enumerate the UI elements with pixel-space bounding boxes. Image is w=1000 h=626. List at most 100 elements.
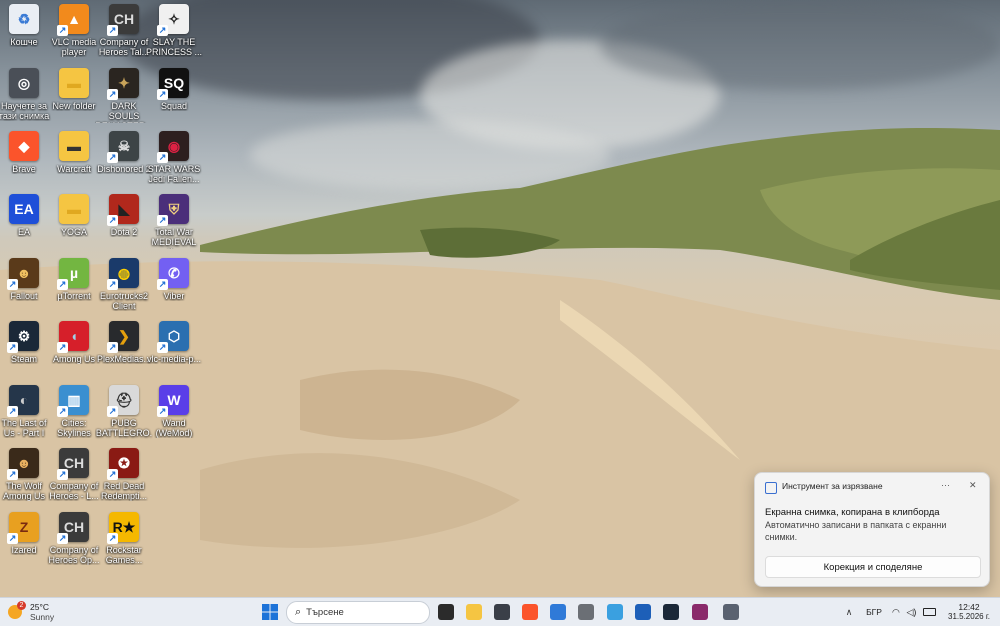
- search-icon: ⌕: [295, 606, 302, 618]
- more-options-button[interactable]: ···: [941, 480, 950, 490]
- shortcut-arrow-icon: ↗: [107, 152, 118, 163]
- taskbar-app-calculator[interactable]: [575, 601, 597, 623]
- desktop-icon-brave[interactable]: ◆ Brave: [0, 129, 52, 189]
- desktop-icon-rockstar[interactable]: R★ ↗ Rockstar Games...: [96, 510, 152, 570]
- search-box[interactable]: ⌕ Търсене: [286, 601, 430, 624]
- darksouls-icon: ✦ ↗: [107, 68, 139, 100]
- desktop-icon-label: SLAY THE PRINCESS ...: [145, 37, 202, 57]
- learn-icon: ◎: [9, 68, 39, 98]
- desktop-icon-vlcmedia[interactable]: ⬡ ↗ vlc-media-p...: [146, 319, 202, 379]
- notification-body: Автоматично записани в папката с екранни…: [765, 520, 947, 542]
- desktop-icon-dishonored[interactable]: ☠ ↗ Dishonored 2: [96, 129, 152, 189]
- taskbar-app-winrar[interactable]: [689, 601, 711, 623]
- desktop-icon-squad[interactable]: SQ ↗ Squad: [146, 66, 202, 126]
- icon-glyph: ◍: [117, 264, 131, 281]
- desktop-icon-rdr[interactable]: ✪ ↗ Red Dead Redempti...: [96, 446, 152, 506]
- viber-icon: ✆ ↗: [157, 258, 189, 290]
- taskbar-app-settings[interactable]: [720, 601, 742, 623]
- desktop-icon-vlc[interactable]: ▲ ↗ VLC media player: [46, 2, 102, 62]
- notification-app-name: Инструмент за изрязване: [782, 481, 883, 491]
- shortcut-arrow-icon: ↗: [107, 342, 118, 353]
- hexapp-icon: [494, 604, 510, 620]
- shortcut-arrow-icon: ↗: [157, 89, 168, 100]
- desktop-icon-dota[interactable]: ◣ ↗ Dota 2: [96, 192, 152, 252]
- desktop-icon-coh1[interactable]: CH ↗ Company of Heroes Tal...: [96, 2, 152, 62]
- weather-badge: 2: [17, 601, 26, 610]
- explorer-icon: [466, 604, 482, 620]
- winrar-icon: [692, 604, 708, 620]
- icon-glyph: ◎: [17, 74, 31, 91]
- icon-glyph: ▬: [67, 138, 81, 154]
- desktop-icon-yoga[interactable]: ▬ YOGA: [46, 192, 102, 252]
- steam-icon: [663, 604, 679, 620]
- tray-chevron-icon[interactable]: ∧: [842, 601, 856, 623]
- shortcut-arrow-icon: ↗: [107, 533, 118, 544]
- starwars-icon: ◉ ↗: [157, 131, 189, 163]
- weather-widget[interactable]: 2 25°C Sunny: [8, 601, 68, 623]
- shortcut-arrow-icon: ↗: [57, 25, 68, 36]
- photos-icon: [550, 604, 566, 620]
- taskbar-app-hexapp[interactable]: [491, 601, 513, 623]
- snipping-tool-notification[interactable]: Инструмент за изрязване ··· ✕ Екранна сн…: [754, 472, 990, 587]
- windows-logo-icon: [262, 604, 278, 620]
- shortcut-arrow-icon: ↗: [107, 25, 118, 36]
- desktop-icon-cities[interactable]: ▥ ↗ Cities: Skylines: [46, 383, 102, 443]
- shortcut-arrow-icon: ↗: [107, 469, 118, 480]
- mail-icon: [635, 604, 651, 620]
- desktop-icon-pubg[interactable]: ⛑↗PUBG BATTLEGRO...: [96, 383, 152, 443]
- shortcut-arrow-icon: ↗: [57, 469, 68, 480]
- close-icon[interactable]: ✕: [969, 480, 977, 491]
- desktop-icon-label: Viber: [163, 291, 185, 301]
- taskbar-app-taskview[interactable]: [435, 601, 457, 623]
- icon-glyph: ☠: [117, 137, 131, 154]
- tray-status-icons[interactable]: ◠ ◁): [892, 601, 936, 623]
- shortcut-arrow-icon: ↗: [7, 406, 18, 417]
- cities-icon: ▥ ↗: [57, 385, 89, 417]
- desktop-icon-steam[interactable]: ⚙ ↗ Steam: [0, 319, 52, 379]
- taskbar-app-brave[interactable]: [519, 601, 541, 623]
- desktop-icon-plex[interactable]: ❯ ↗ PlexMedias...: [96, 319, 152, 379]
- icon-glyph: ▬: [67, 75, 81, 91]
- clock[interactable]: 12:42 31.5.2026 г.: [944, 601, 994, 623]
- desktop-icon-slay[interactable]: ✧ ↗ SLAY THE PRINCESS ...: [146, 2, 202, 62]
- desktop-icon-coh3[interactable]: CH ↗ Company of Heroes Op...: [46, 510, 102, 570]
- shortcut-arrow-icon: ↗: [7, 279, 18, 290]
- taskbar-app-explorer[interactable]: [463, 601, 485, 623]
- desktop-icon-totalwar[interactable]: ⛨↗Total War MEDIEVAL II...: [146, 192, 202, 252]
- desktop-icon-coh2[interactable]: CH ↗ Company of Heroes - L...: [46, 446, 102, 506]
- icon-glyph: ◣: [118, 200, 130, 217]
- taskbar-app-mail[interactable]: [632, 601, 654, 623]
- utorrent-icon: µ ↗: [57, 258, 89, 290]
- taskbar-app-remote[interactable]: [604, 601, 626, 623]
- calculator-icon: [578, 604, 594, 620]
- desktop-icon-learn[interactable]: ◎ Научете за тази снимка: [0, 66, 52, 126]
- desktop-icon-newfolder[interactable]: ▬ New folder: [46, 66, 102, 126]
- desktop-icon-warcraft[interactable]: ▬ Warcraft: [46, 129, 102, 189]
- desktop-icon-fallout[interactable]: ☻ ↗ Fallout: [0, 256, 52, 316]
- desktop-icon-amongus[interactable]: ◖ ↗ Among Us: [46, 319, 102, 379]
- desktop-icon-wand[interactable]: W ↗ Wand (WeMod): [146, 383, 202, 443]
- input-language[interactable]: БГР: [862, 601, 886, 623]
- shortcut-arrow-icon: ↗: [107, 406, 118, 417]
- edit-and-share-button[interactable]: Корекция и споделяне: [765, 556, 981, 578]
- recycle-icon: ♻: [9, 4, 39, 34]
- desktop-icon-utorrent[interactable]: µ ↗ µTorrent: [46, 256, 102, 316]
- desktop-icon-label: Wand (WeMod): [155, 418, 193, 438]
- desktop-icon-label: Total War MEDIEVAL II...: [151, 227, 197, 249]
- desktop-icon-darksouls[interactable]: ✦↗DARK SOULS REMASTER...: [95, 66, 153, 126]
- start-button[interactable]: [259, 601, 281, 623]
- taskbar-app-steam[interactable]: [660, 601, 682, 623]
- shortcut-arrow-icon: ↗: [7, 533, 18, 544]
- shortcut-arrow-icon: ↗: [7, 469, 18, 480]
- taskbar-app-photos[interactable]: [547, 601, 569, 623]
- wand-icon: W ↗: [157, 385, 189, 417]
- desktop-icon-viber[interactable]: ✆ ↗ Viber: [146, 256, 202, 316]
- icon-glyph: ◉: [167, 137, 181, 154]
- icon-glyph: ⚙: [17, 327, 31, 344]
- desktop-icon-ea[interactable]: EA EA: [0, 192, 52, 252]
- desktop-icon-starwars[interactable]: ◉ ↗ STAR WARS Jedi Fallen...: [146, 129, 202, 189]
- icon-glyph: ☻: [16, 455, 32, 471]
- icon-glyph: ✪: [118, 454, 130, 471]
- desktop-icon-eurotrucks[interactable]: ◍ ↗ Eurotrucks2 Client: [96, 256, 152, 316]
- amongus-icon: ◖ ↗: [57, 321, 89, 353]
